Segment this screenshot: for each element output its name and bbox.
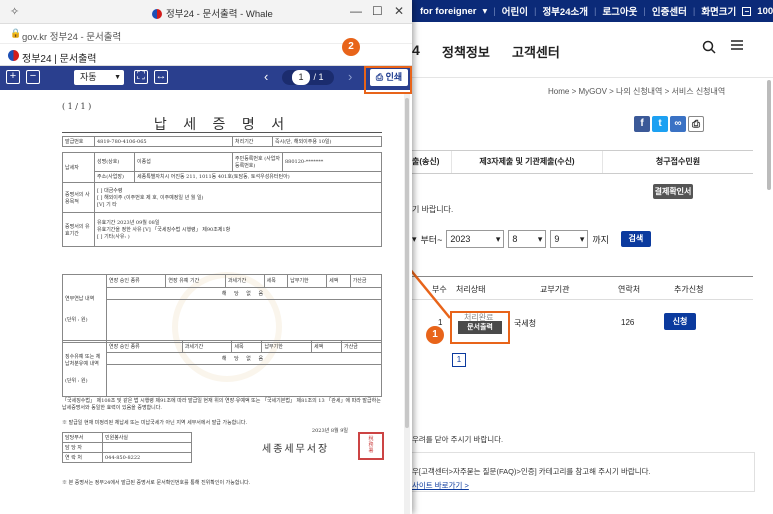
col-header: 연장 승인 종류 xyxy=(106,339,183,354)
id-value: 880120-******* xyxy=(282,152,382,172)
minimize-icon[interactable]: — xyxy=(350,4,362,18)
name-value: 이종섭 xyxy=(134,152,233,172)
deferred-label: 징수유예 또는 체납처분유예 내역 xyxy=(65,354,101,367)
popup-header: 정부24 | 문서출력 2 xyxy=(0,38,412,66)
name-label: 성명(상호) xyxy=(94,152,135,172)
deferred-label-cell: 징수유예 또는 체납처분유예 내역 (단위 : 원) xyxy=(62,340,107,397)
page-indicator: 1/ 1 xyxy=(282,70,334,85)
purpose-line: [ ] 해외이주 (이주번호 제 호, 이주예정일 년 월 일) xyxy=(97,195,204,201)
staff-person-value xyxy=(102,442,192,453)
purpose-line: [V] 기 타 xyxy=(97,202,117,208)
window-titlebar: ✧ 정부24 - 문서출력 - Whale — ☐ ✕ xyxy=(0,0,412,24)
print-popup-window: ✧ 정부24 - 문서출력 - Whale — ☐ ✕ 🔒 gov.kr 정부2… xyxy=(0,0,412,514)
addr-label: 주소(사업장) xyxy=(94,170,135,184)
doc-title: 납 세 증 명 서 xyxy=(153,117,291,133)
popup-title: 정부24 | 문서출력 xyxy=(22,54,97,65)
window-title-text: 정부24 - 문서출력 - Whale xyxy=(166,9,273,20)
processing-label: 처리기간 xyxy=(232,136,273,147)
not-applicable: 해 당 없 음 xyxy=(106,286,382,301)
contact-label: 연 락 처 xyxy=(62,452,103,463)
col-header: 세목 xyxy=(231,339,263,354)
lock-icon: 🔒 xyxy=(10,28,22,38)
taxpayer-table: 납세자 성명(상호) 이종섭 주민등록번호 (사업자등록번호) 880120-*… xyxy=(62,152,382,247)
valid-label: 증명서의 유효기간 xyxy=(62,212,95,247)
pin-icon[interactable]: ✧ xyxy=(10,5,19,18)
step-badge-2: 2 xyxy=(342,38,360,56)
body-note: 「국세징수법」 제108조 및 같은 법 시행령 제91조에 따라 발급일 현재… xyxy=(62,398,381,411)
addr-value: 세종특별자치시 어진동 211, 1011동 401호(토담동, 토석우성유터턴… xyxy=(134,170,382,184)
unpaid-table: 연부연납 내역 (단위 : 원) 연장 승인 종류 연장 유예 기간 과세기간 … xyxy=(62,274,383,343)
window-title: 정부24 - 문서출력 - Whale xyxy=(152,6,273,20)
zoom-in-icon[interactable]: + xyxy=(6,70,20,84)
issue-no-label: 발급번호 xyxy=(62,136,95,147)
col-header: 세액 xyxy=(326,274,351,288)
col-header: 연장 승인 종류 xyxy=(105,274,167,288)
col-header: 가산금 xyxy=(349,274,383,288)
unpaid-label: 연부연납 내역 xyxy=(65,295,95,302)
staff-person-label: 담 당 자 xyxy=(62,442,103,453)
issue-no-value: 4819-780-4106-065 xyxy=(94,136,233,147)
zoom-mode-value: 자동 xyxy=(80,72,97,82)
col-header: 과세기간 xyxy=(181,339,233,354)
contact-value: 044-850-8222 xyxy=(102,452,192,463)
maximize-icon[interactable]: ☐ xyxy=(372,4,383,18)
empty-row xyxy=(106,299,382,343)
fit-width-icon[interactable]: ↔ xyxy=(154,70,168,84)
valid-lines: 유효기간 2023년 09월 08일 유효기간을 정한 사유 [V] 「국세징수… xyxy=(94,212,382,247)
col-header: 납부기한 xyxy=(287,274,328,288)
col-header: 연장 유예 기간 xyxy=(165,274,226,288)
page-total: / 1 xyxy=(313,72,324,82)
doc-header-table: 발급번호 4819-780-4106-065 처리기간 즉시(단, 해외이주용 … xyxy=(62,136,382,147)
deferred-table: 징수유예 또는 체납처분유예 내역 (단위 : 원) 연장 승인 종류 과세기간… xyxy=(62,339,382,397)
col-header: 세액 xyxy=(311,339,343,354)
processing-value: 즉시(단, 해외이주용 10일) xyxy=(272,136,382,147)
fit-page-icon[interactable]: ⛶ xyxy=(134,70,148,84)
col-header: 가산금 xyxy=(341,339,382,354)
tax-certificate-document: ( 1 / 1 ) 납 세 증 명 서 발급번호 4819-780-4106-0… xyxy=(62,102,384,512)
viewer-toolbar: + − 자동 ▼ ⛶ ↔ ‹ 1/ 1 › ⎙ 인쇄 xyxy=(0,66,412,90)
chevron-down-icon: ▼ xyxy=(114,74,121,81)
unit-label: (단위 : 원) xyxy=(65,316,88,323)
viewer-scrollbar[interactable] xyxy=(404,94,410,514)
close-icon[interactable]: ✕ xyxy=(394,4,404,18)
not-applicable: 해 당 없 음 xyxy=(106,352,382,366)
valid-line: 유효기간 2023년 09월 08일 xyxy=(97,220,160,226)
col-header: 과세기간 xyxy=(224,274,265,288)
next-page-icon[interactable]: › xyxy=(348,69,352,84)
gov24-logo-icon xyxy=(152,9,162,20)
zoom-out-icon[interactable]: − xyxy=(26,70,40,84)
staff-value: 민원봉사실 xyxy=(102,432,192,443)
title-rule xyxy=(62,132,382,133)
gov24-logo-icon xyxy=(8,50,19,61)
col-header: 세목 xyxy=(263,274,289,288)
id-label: 주민등록번호 (사업자등록번호) xyxy=(232,152,283,172)
contact-table: 담당부서 민원봉사실 담 당 자 연 락 처 044-850-8222 xyxy=(62,432,192,463)
address-url: gov.kr 정부24 - 문서출력 xyxy=(22,32,122,43)
purpose-lines: [ ] 대금수령 [ ] 해외이주 (이주번호 제 호, 이주예정일 년 월 일… xyxy=(94,182,382,213)
valid-line: 유효기간을 정한 사유 [V] 「국세징수법 시행령」 제90조제1항 xyxy=(97,227,231,233)
empty-row xyxy=(106,364,382,397)
purpose-label: 증명서의 사용목적 xyxy=(62,182,95,213)
taxpayer-label: 납세자 xyxy=(62,152,95,183)
zoom-select[interactable]: 자동 ▼ xyxy=(74,70,124,85)
tax-office-name: 세종세무서장 xyxy=(262,444,330,455)
scroll-thumb[interactable] xyxy=(405,98,409,428)
unpaid-label-cell: 연부연납 내역 (단위 : 원) xyxy=(62,274,107,343)
valid-line: [ ] 기타(사유: ) xyxy=(97,234,130,240)
official-stamp: 稅務署 xyxy=(358,432,384,460)
issue-note: ※ 발급일 현재 미정리된 체납세 또는 미납국세가 아닌 지역 세무서에서 발… xyxy=(62,420,248,426)
highlight-box-2 xyxy=(364,66,412,94)
purpose-line: [ ] 대금수령 xyxy=(97,188,123,194)
doc-footer: ※ 본 증명서는 정부24에서 발급된 증명서로 문서확인번호를 통해 진위확인… xyxy=(62,480,251,486)
unit-label: (단위 : 원) xyxy=(65,378,88,384)
doc-page-number: ( 1 / 1 ) xyxy=(62,102,92,111)
col-header: 납부기한 xyxy=(261,339,313,354)
prev-page-icon[interactable]: ‹ xyxy=(264,69,268,84)
staff-label: 담당부서 xyxy=(62,432,103,443)
page-current[interactable]: 1 xyxy=(292,70,310,85)
